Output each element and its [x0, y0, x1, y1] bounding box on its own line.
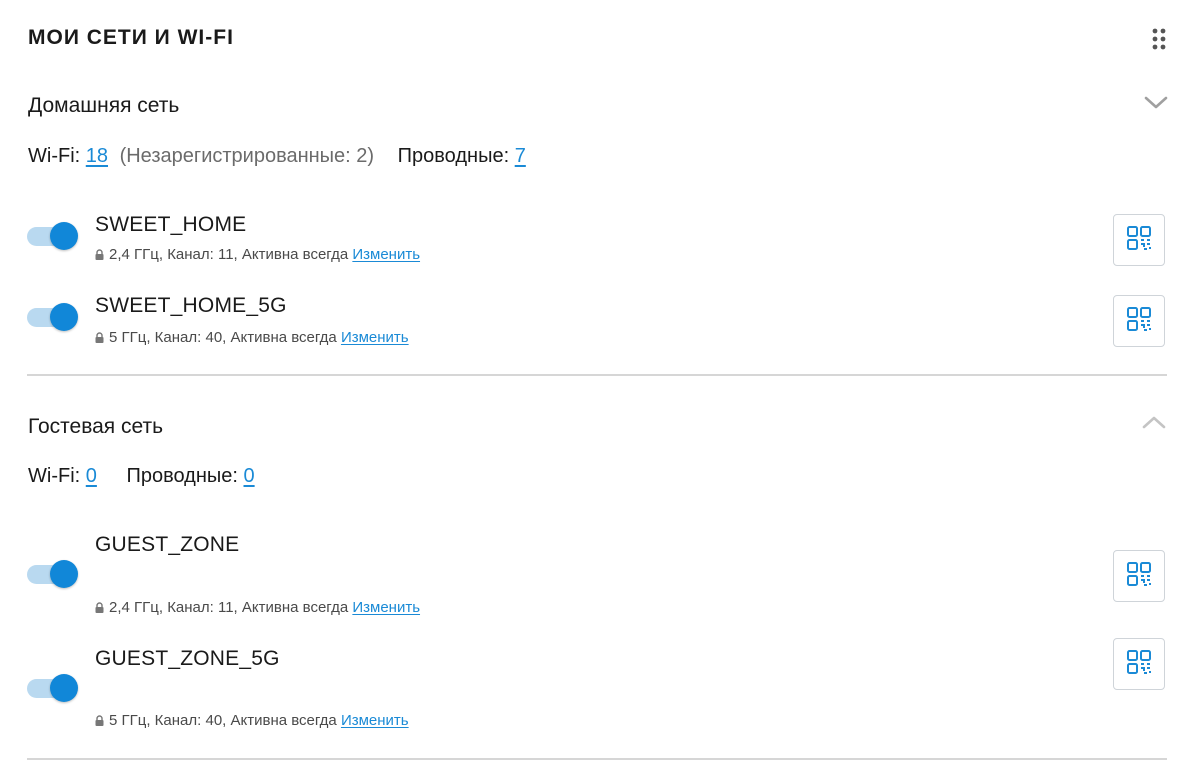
home-wifi-count-link[interactable]: 18: [86, 145, 108, 167]
wired-label: Проводные:: [397, 145, 510, 167]
qr-code-icon: [1126, 306, 1152, 337]
edit-link[interactable]: Изменить: [352, 246, 420, 263]
toggle-knob: [50, 222, 78, 250]
edit-link[interactable]: Изменить: [341, 712, 409, 729]
section-divider: [27, 374, 1167, 376]
lock-icon: [95, 330, 104, 347]
network-toggle-sweet-home-5g[interactable]: [27, 303, 81, 331]
network-details: 2,4 ГГц, Канал: 11, Активна всегда Измен…: [95, 599, 420, 617]
page-title: МОИ СЕТИ И WI-FI: [28, 26, 234, 49]
edit-link[interactable]: Изменить: [341, 329, 409, 346]
details-text: 5 ГГц, Канал: 40, Активна всегда: [109, 712, 337, 729]
toggle-knob: [50, 303, 78, 331]
qr-code-icon: [1126, 561, 1152, 592]
home-network-stats: Wi-Fi: 18 (Незарегистрированные: 2) Пров…: [28, 145, 526, 168]
qr-code-button[interactable]: [1113, 550, 1165, 602]
ssid-label: GUEST_ZONE_5G: [95, 647, 280, 670]
edit-link[interactable]: Изменить: [352, 599, 420, 616]
network-details: 5 ГГц, Канал: 40, Активна всегда Изменит…: [95, 712, 409, 730]
details-text: 5 ГГц, Канал: 40, Активна всегда: [109, 329, 337, 346]
ssid-label: SWEET_HOME: [95, 213, 247, 236]
network-details: 2,4 ГГц, Канал: 11, Активна всегда Измен…: [95, 246, 420, 264]
network-toggle-guest-zone-5g[interactable]: [27, 674, 81, 702]
section-divider: [27, 758, 1167, 760]
guest-wifi-count-link[interactable]: 0: [86, 465, 97, 487]
network-toggle-sweet-home[interactable]: [27, 222, 81, 250]
wired-label: Проводные:: [126, 465, 238, 487]
qr-code-icon: [1126, 225, 1152, 256]
home-network-title: Домашняя сеть: [28, 94, 180, 117]
ssid-label: SWEET_HOME_5G: [95, 294, 287, 317]
lock-icon: [95, 600, 104, 617]
qr-code-icon: [1126, 649, 1152, 680]
lock-icon: [95, 247, 104, 264]
guest-wired-count-link[interactable]: 0: [244, 465, 255, 487]
wifi-label: Wi-Fi:: [28, 465, 81, 487]
qr-code-button[interactable]: [1113, 214, 1165, 266]
wifi-label: Wi-Fi:: [28, 145, 81, 167]
unregistered-count: (Незарегистрированные: 2): [119, 145, 375, 167]
qr-code-button[interactable]: [1113, 638, 1165, 690]
chevron-down-icon[interactable]: [1142, 92, 1170, 112]
guest-network-stats: Wi-Fi: 0 Проводные: 0: [28, 465, 255, 488]
guest-network-title: Гостевая сеть: [28, 415, 164, 438]
details-text: 2,4 ГГц, Канал: 11, Активна всегда: [109, 599, 349, 616]
details-text: 2,4 ГГц, Канал: 11, Активна всегда: [109, 246, 349, 263]
network-details: 5 ГГц, Канал: 40, Активна всегда Изменит…: [95, 329, 409, 347]
drag-handle-icon[interactable]: [1149, 27, 1169, 51]
chevron-up-icon[interactable]: [1140, 413, 1168, 433]
qr-code-button[interactable]: [1113, 295, 1165, 347]
ssid-label: GUEST_ZONE: [95, 533, 240, 556]
toggle-knob: [50, 560, 78, 588]
network-toggle-guest-zone[interactable]: [27, 560, 81, 588]
home-wired-count-link[interactable]: 7: [515, 145, 526, 167]
lock-icon: [95, 713, 104, 730]
toggle-knob: [50, 674, 78, 702]
